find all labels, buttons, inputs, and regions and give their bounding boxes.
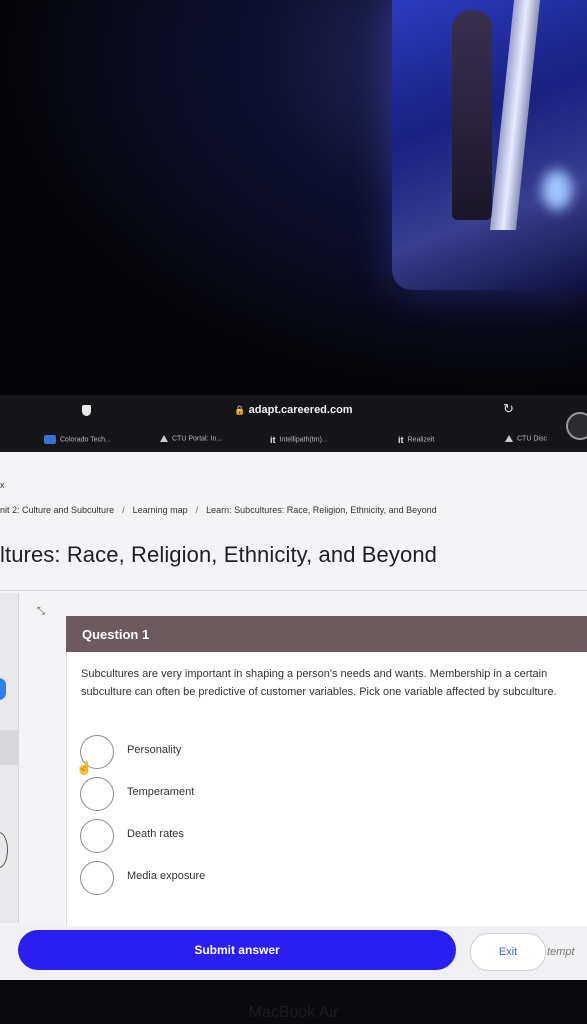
option-personality[interactable]: Personality <box>80 735 380 771</box>
tv-pillar <box>489 0 541 230</box>
option-label: Personality <box>127 744 182 756</box>
question-text: Subcultures are very important in shapin… <box>81 668 557 698</box>
it-logo-icon: i͏t <box>270 435 276 445</box>
bookmark-colorado-tech[interactable]: Colorado Tech... <box>44 435 111 444</box>
option-label: Death rates <box>127 828 184 840</box>
hand-cursor-icon: ☝ <box>76 760 93 775</box>
tv-figure <box>452 10 492 220</box>
tv-screen <box>392 0 587 290</box>
bookmark-ctu-portal[interactable]: CTU Portal: In... <box>160 435 222 442</box>
breadcrumb-current: Learn: Subcultures: Race, Religion, Ethn… <box>206 505 437 515</box>
bookmark-ctu-disc[interactable]: CTU Disc <box>505 435 547 442</box>
question-title: Question 1 <box>82 627 150 642</box>
option-death-rates[interactable]: Death rates <box>80 819 380 855</box>
option-temperament[interactable]: Temperament <box>80 777 380 813</box>
page-title: ltures: Race, Religion, Ethnicity, and B… <box>0 542 437 567</box>
exit-button[interactable]: Exit <box>470 933 546 971</box>
close-icon[interactable]: x <box>0 480 5 490</box>
breadcrumb: nit 2: Culture and Subculture / Learning m… <box>0 505 437 515</box>
expand-icon[interactable]: ⤡ <box>37 606 45 617</box>
triangle-icon <box>160 435 168 442</box>
tv-glow <box>542 170 572 210</box>
bookmark-realizeit[interactable]: i͏t Realizeit <box>398 435 434 445</box>
address-bar[interactable]: 🔒 adapt.careered.com <box>0 404 587 416</box>
submit-answer-button[interactable]: Submit answer <box>18 930 456 970</box>
radio-button[interactable] <box>80 861 114 895</box>
rail-block <box>0 730 18 765</box>
extension-icon[interactable] <box>566 412 587 440</box>
breadcrumb-learning-map[interactable]: Learning map <box>133 505 188 515</box>
option-media-exposure[interactable]: Media exposure <box>80 861 380 897</box>
bookmark-intellipath[interactable]: i͏t Intellipath(tm)... <box>270 435 328 445</box>
attempt-label: tempt <box>547 946 575 958</box>
option-label: Media exposure <box>127 870 206 882</box>
triangle-icon <box>505 435 513 442</box>
question-header: Question 1 <box>66 616 587 652</box>
radio-button[interactable] <box>80 777 114 811</box>
radio-button[interactable] <box>80 819 114 853</box>
breadcrumb-unit[interactable]: nit 2: Culture and Subculture <box>0 505 114 515</box>
laptop-brand: MacBook Air <box>248 1004 339 1021</box>
reload-icon[interactable]: ↻ <box>503 401 514 417</box>
url-text: adapt.careered.com <box>248 404 353 416</box>
it-logo-icon: i͏t <box>398 435 404 445</box>
square-icon <box>44 435 56 444</box>
option-label: Temperament <box>127 786 195 798</box>
divider <box>0 590 587 591</box>
lock-icon: 🔒 <box>234 405 246 415</box>
